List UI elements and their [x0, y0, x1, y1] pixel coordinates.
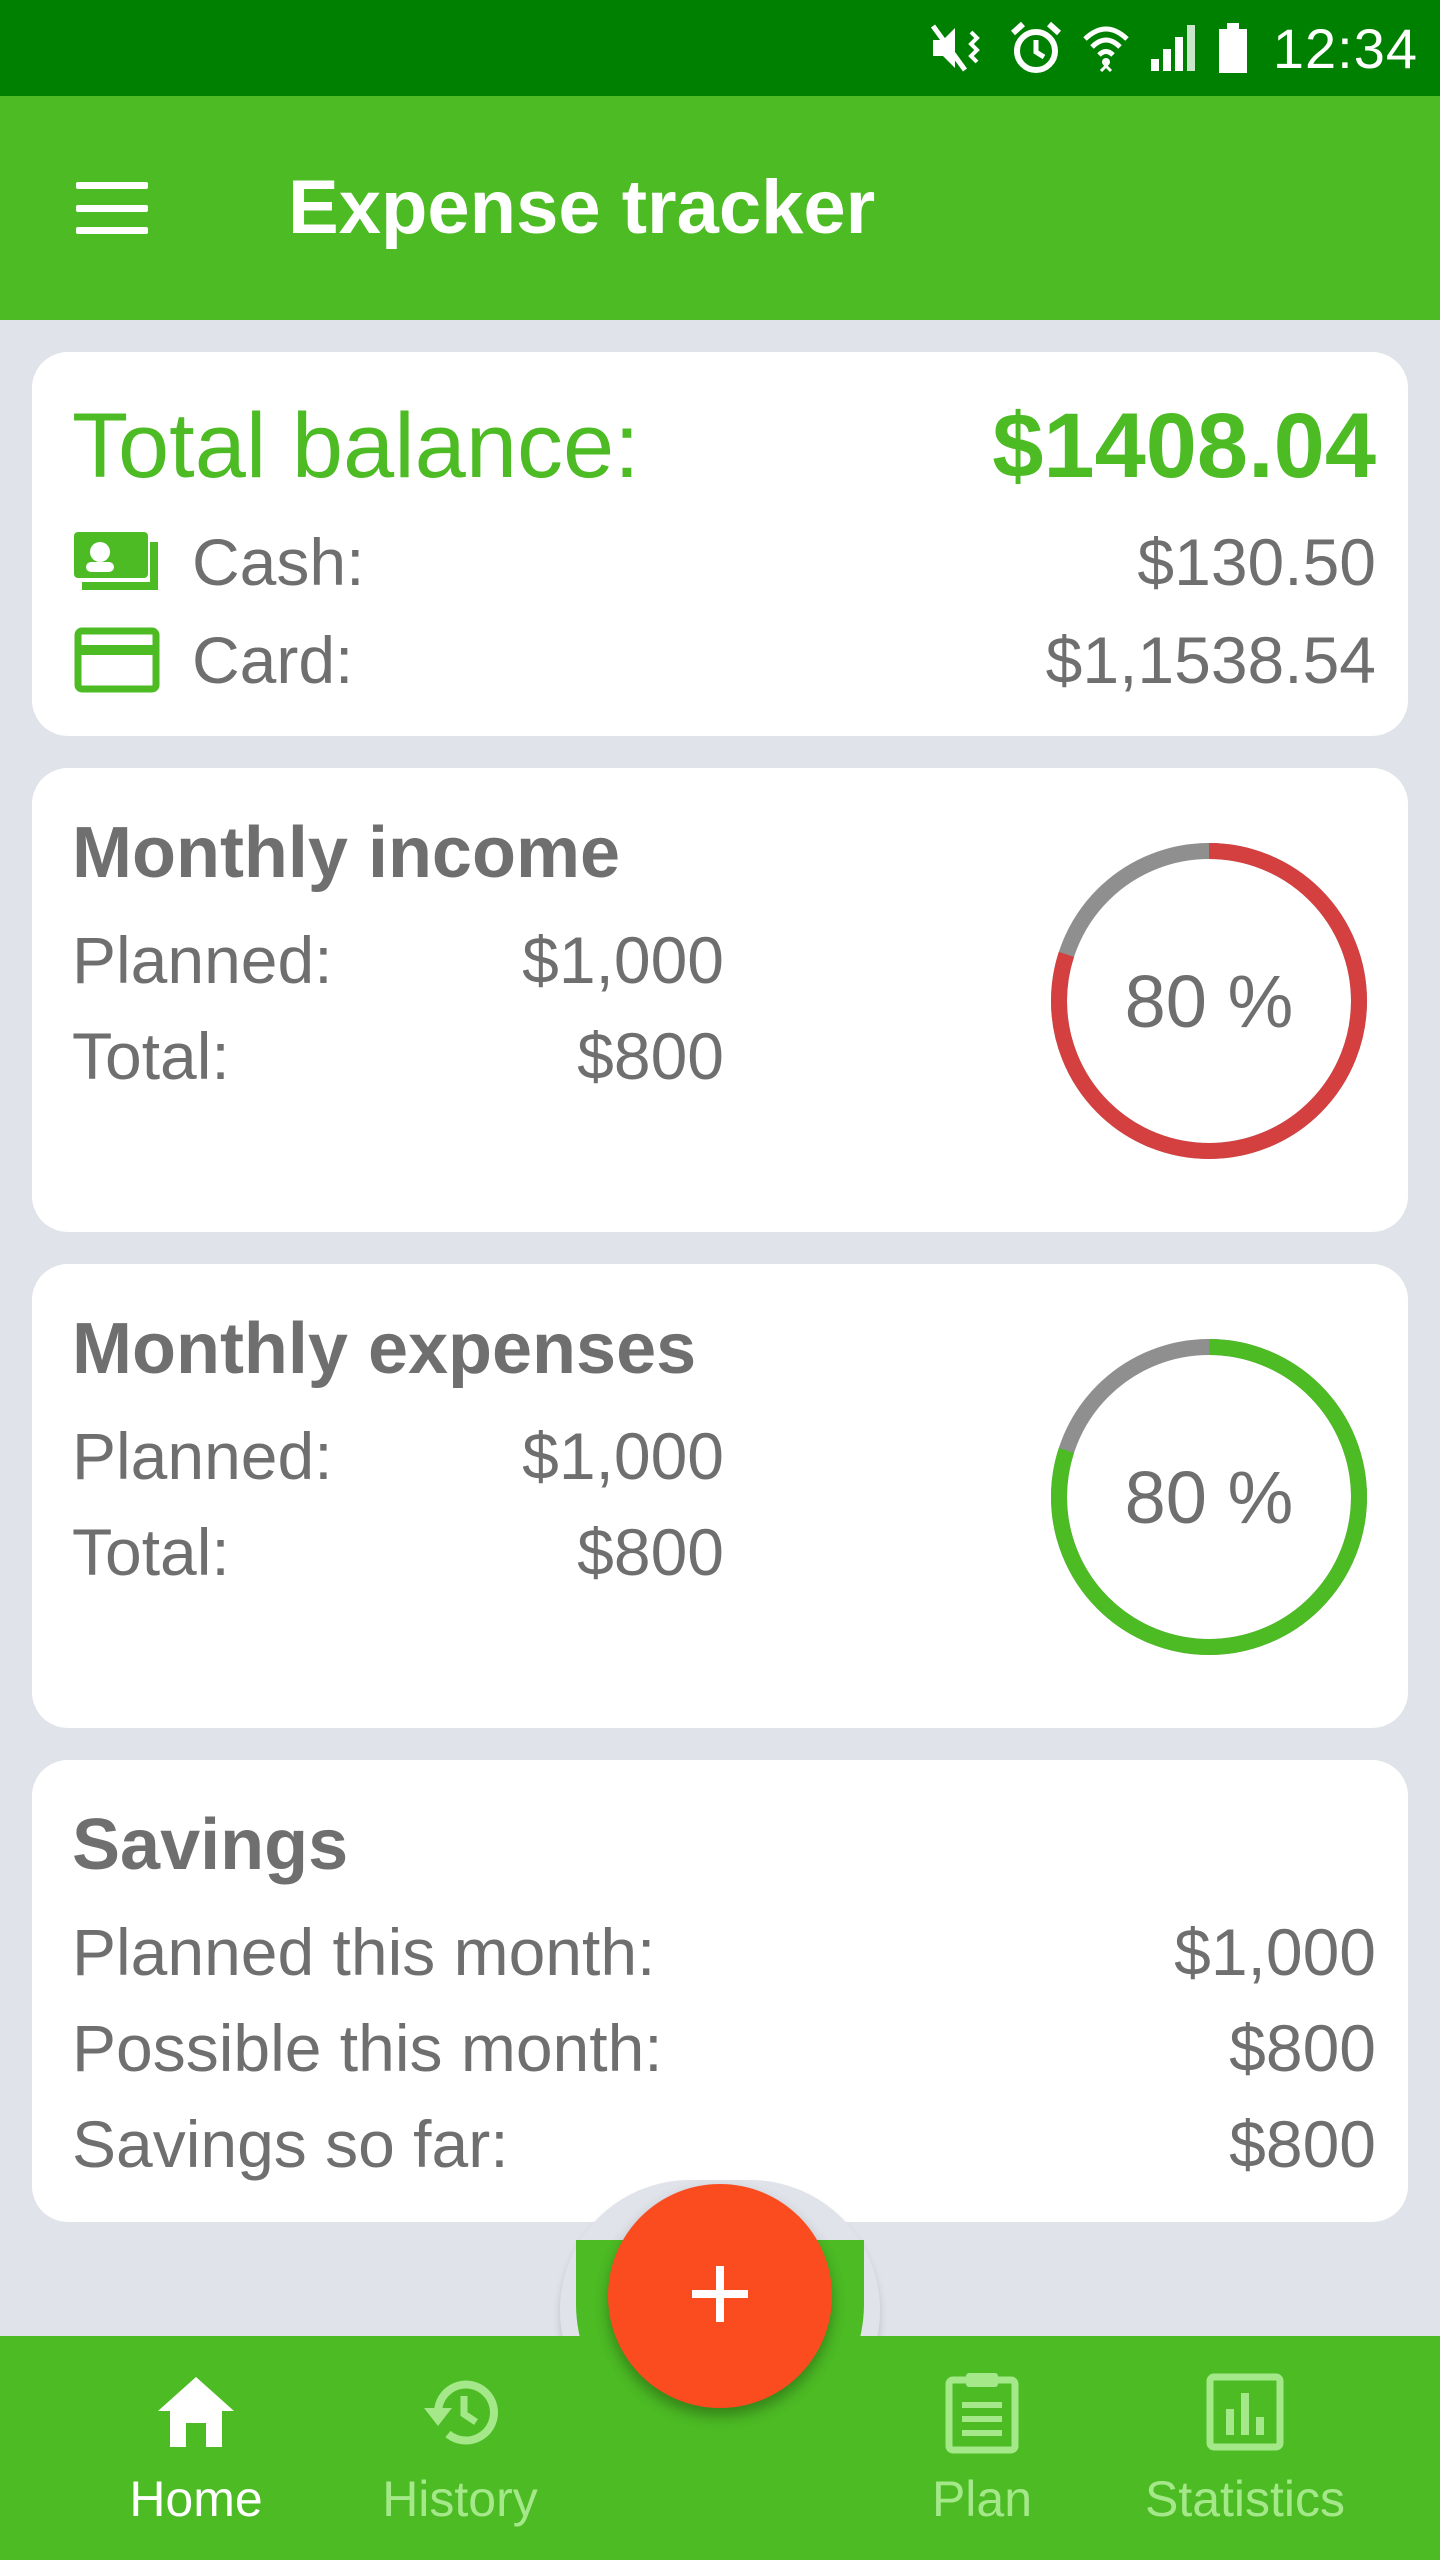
alarm-icon — [1009, 18, 1063, 78]
app-title: Expense tracker — [288, 165, 876, 250]
status-time: 12:34 — [1272, 16, 1418, 80]
expenses-total-value: $800 — [577, 1515, 724, 1589]
plus-icon — [688, 2262, 752, 2331]
income-percent-label: 80 % — [1124, 959, 1294, 1043]
status-bar: 12:34 — [0, 0, 1440, 96]
monthly-income-title: Monthly income — [72, 813, 621, 893]
income-progress-ring: 80 % — [1044, 836, 1374, 1166]
income-total-value: $800 — [577, 1019, 724, 1093]
card-label: Card: — [192, 623, 354, 697]
savings-row-label: Savings so far: — [72, 2107, 509, 2181]
savings-row-value: $1,000 — [1174, 1915, 1376, 1989]
balance-title: Total balance: — [72, 395, 640, 497]
expenses-planned-row: Planned: $1,000 — [72, 1414, 724, 1498]
cash-icon — [72, 522, 172, 602]
wifi-icon — [1081, 18, 1131, 78]
savings-row-value: $800 — [1229, 2011, 1376, 2085]
history-icon — [412, 2364, 508, 2460]
credit-card-icon — [72, 620, 172, 700]
savings-row-value: $800 — [1229, 2107, 1376, 2181]
battery-icon — [1217, 18, 1249, 78]
bar-chart-icon — [1197, 2364, 1293, 2460]
clipboard-icon — [934, 2364, 1030, 2460]
card-value: $1,1538.54 — [1045, 623, 1376, 697]
nav-statistics[interactable]: Statistics — [1120, 2364, 1370, 2544]
savings-title: Savings — [72, 1805, 349, 1885]
add-transaction-button[interactable] — [608, 2184, 832, 2408]
income-planned-row: Planned: $1,000 — [72, 918, 724, 1002]
income-planned-label: Planned: — [72, 923, 333, 997]
savings-row-label: Possible this month: — [72, 2011, 663, 2085]
expenses-total-row: Total: $800 — [72, 1510, 724, 1594]
expenses-planned-value: $1,000 — [522, 1419, 724, 1493]
card-row: Card: $1,1538.54 — [72, 620, 1376, 700]
expenses-total-label: Total: — [72, 1515, 230, 1589]
cell-signal-icon — [1149, 18, 1199, 78]
savings-row-label: Planned this month: — [72, 1915, 656, 1989]
nav-history-label: History — [382, 2471, 538, 2527]
nav-home-label: Home — [129, 2471, 263, 2527]
savings-row: Planned this month: $1,000 — [72, 1910, 1376, 1994]
monthly-expenses-title: Monthly expenses — [72, 1309, 697, 1389]
expenses-percent-label: 80 % — [1124, 1455, 1294, 1539]
cash-value: $130.50 — [1137, 525, 1376, 599]
hamburger-menu-icon[interactable] — [64, 176, 164, 240]
income-total-label: Total: — [72, 1019, 230, 1093]
cash-row: Cash: $130.50 — [72, 522, 1376, 602]
expenses-progress-ring: 80 % — [1044, 1332, 1374, 1662]
cash-label: Cash: — [192, 525, 365, 599]
home-icon — [148, 2364, 244, 2460]
nav-plan-label: Plan — [931, 2471, 1033, 2527]
mute-vibrate-icon — [929, 18, 991, 78]
nav-history[interactable]: History — [360, 2364, 560, 2544]
nav-home[interactable]: Home — [96, 2364, 296, 2544]
nav-statistics-label: Statistics — [1144, 2471, 1346, 2527]
app-bar: Expense tracker — [0, 96, 1440, 320]
nav-plan[interactable]: Plan — [882, 2364, 1082, 2544]
savings-row: Savings so far: $800 — [72, 2102, 1376, 2186]
income-planned-value: $1,000 — [522, 923, 724, 997]
savings-row: Possible this month: $800 — [72, 2006, 1376, 2090]
expenses-planned-label: Planned: — [72, 1419, 333, 1493]
balance-total: $1408.04 — [992, 395, 1376, 497]
income-total-row: Total: $800 — [72, 1014, 724, 1098]
